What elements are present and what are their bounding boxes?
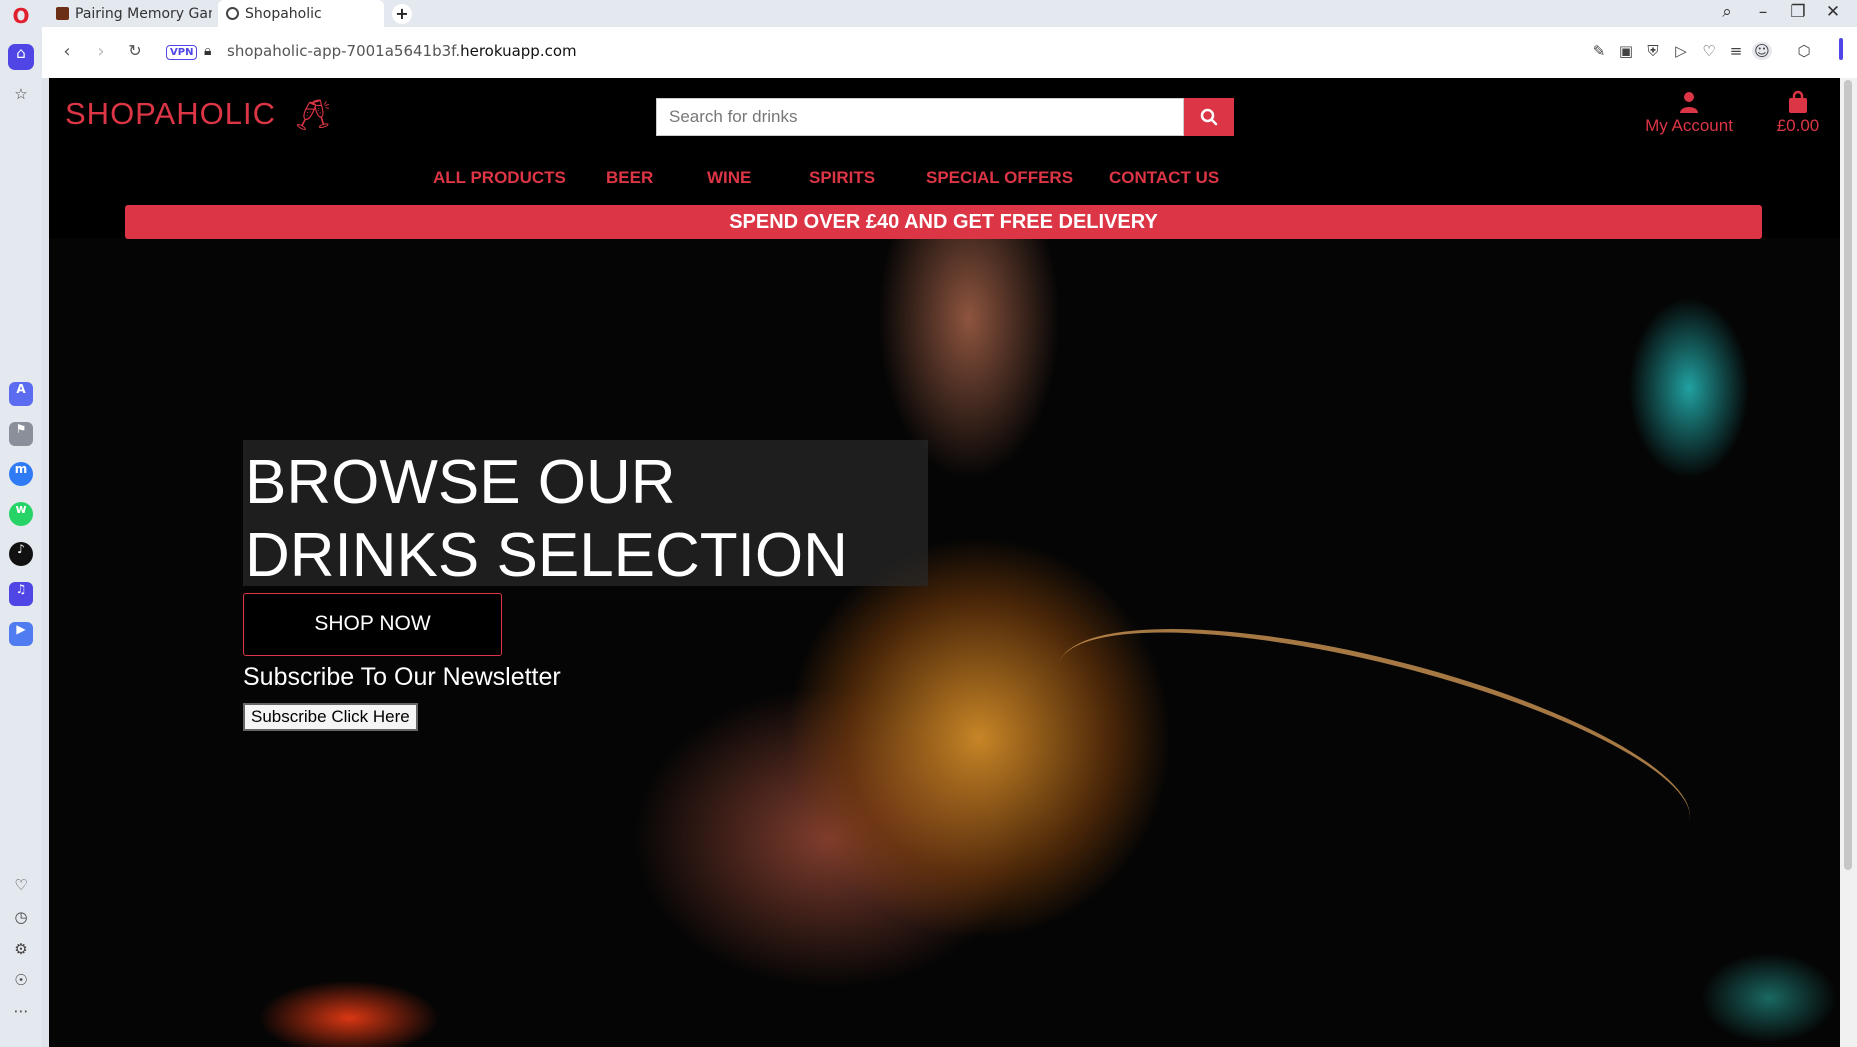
edit-icon[interactable]: ✎ [1589,42,1609,60]
tab-title: Shopaholic [245,5,322,22]
headline-line-1: BROWSE OUR [245,448,676,517]
messenger-icon[interactable]: m [9,462,33,486]
nav-special-offers[interactable]: SPECIAL OFFERS [926,168,1073,188]
vpn-badge[interactable]: VPN [166,45,198,60]
search-input[interactable] [656,98,1184,136]
hero-headline: BROWSE OUR DRINKS SELECTION [245,446,945,592]
tab-title: Pairing Memory Gam [75,5,212,22]
nav-beer[interactable]: BEER [606,168,653,188]
aria-icon[interactable]: A [9,382,33,406]
heart-icon[interactable]: ♡ [8,876,34,902]
new-tab-button[interactable]: + [392,4,412,24]
drink-splash-decoration [1038,581,1710,905]
camera-icon[interactable]: ▣ [1616,42,1636,60]
shopping-icon[interactable]: ⚑ [9,422,33,446]
cart-total: £0.00 [1776,116,1820,135]
tab-shopaholic[interactable]: Shopaholic [218,0,384,27]
url-domain: herokuapp.com [460,42,577,60]
tab-search-icon[interactable]: ⌕ [1715,2,1739,22]
account-label: My Account [1645,116,1733,135]
url-prefix: shopaholic-app-7001a5641b3f. [227,42,461,60]
shield-icon[interactable]: ⛨ [1643,42,1663,60]
nav-all-products[interactable]: ALL PRODUCTS [433,168,566,188]
nav-wine[interactable]: WINE [707,168,751,188]
minimize-icon[interactable]: – [1751,2,1775,22]
more-icon[interactable]: ⋯ [8,1002,34,1028]
home-icon[interactable]: ⌂ [8,44,34,70]
url-field[interactable]: shopaholic-app-7001a5641b3f.herokuapp.co… [227,42,577,60]
restore-icon[interactable]: ❐ [1786,2,1810,22]
site-logo[interactable]: SHOPAHOLIC [65,96,276,132]
nav-spirits[interactable]: SPIRITS [809,168,875,188]
extensions-icon[interactable]: ⬡ [1794,42,1814,60]
nav-contact-us[interactable]: CONTACT US [1109,168,1219,188]
main-navigation: ALL PRODUCTS BEER WINE SPIRITS SPECIAL O… [49,158,1840,198]
star-icon[interactable]: ☆ [8,85,34,111]
web-page: SHOPAHOLIC 🥂︎ My Account £0.00 ALL PRODU… [49,78,1840,1047]
music-player-icon[interactable]: ♫ [9,582,33,606]
user-icon [1680,92,1698,113]
cart-link[interactable]: £0.00 [1763,90,1833,136]
search-icon [1200,108,1218,126]
tiktok-icon[interactable]: ♪ [9,542,33,566]
favicon-icon [56,7,69,20]
scrollbar-thumb[interactable] [1844,80,1852,870]
browser-tab-bar: O Pairing Memory Gam Shopaholic + ⌕ – ❐ … [0,0,1857,27]
forward-icon[interactable]: › [90,41,112,62]
settings-icon[interactable]: ⚙ [8,940,34,966]
back-icon[interactable]: ‹ [56,41,78,62]
glasses-cheers-icon[interactable]: 🥂︎ [294,98,332,133]
close-window-icon[interactable]: ✕ [1821,2,1845,22]
globe-icon [226,7,239,20]
shop-now-button[interactable]: SHOP NOW [243,593,502,656]
menu-icon[interactable]: ≡ [1726,42,1746,60]
sidebar-toggle[interactable] [1839,38,1843,60]
whatsapp-icon[interactable]: w [9,502,33,526]
subscribe-button[interactable]: Subscribe Click Here [243,703,418,731]
tips-icon[interactable]: ☉ [8,971,34,997]
my-account-link[interactable]: My Account [1629,90,1749,136]
history-icon[interactable]: ◷ [8,908,34,934]
lock-icon[interactable]: 🔒︎ [204,43,211,59]
shopping-bag-icon [1789,90,1807,113]
search-button[interactable] [1184,98,1234,136]
tab-pairing-memory-game[interactable]: Pairing Memory Gam [48,0,212,27]
opera-logo-icon[interactable]: O [10,5,32,27]
player-icon[interactable]: ▶ [9,622,33,646]
free-delivery-banner: SPEND OVER £40 AND GET FREE DELIVERY [125,205,1762,239]
play-icon[interactable]: ▷ [1671,42,1691,60]
profile-icon[interactable]: ☺ [1752,42,1772,60]
newsletter-heading: Subscribe To Our Newsletter [243,663,561,691]
headline-line-2: DRINKS SELECTION [245,521,848,590]
heart-icon[interactable]: ♡ [1699,42,1719,60]
reload-icon[interactable]: ↻ [124,41,146,60]
address-bar: ‹ › ↻ VPN 🔒︎ shopaholic-app-7001a5641b3f… [42,27,1857,78]
browser-sidebar: ⌂ ☆ A ⚑ m w ♪ ♫ ▶ ♡ ◷ ⚙ ☉ ⋯ [0,27,42,1047]
